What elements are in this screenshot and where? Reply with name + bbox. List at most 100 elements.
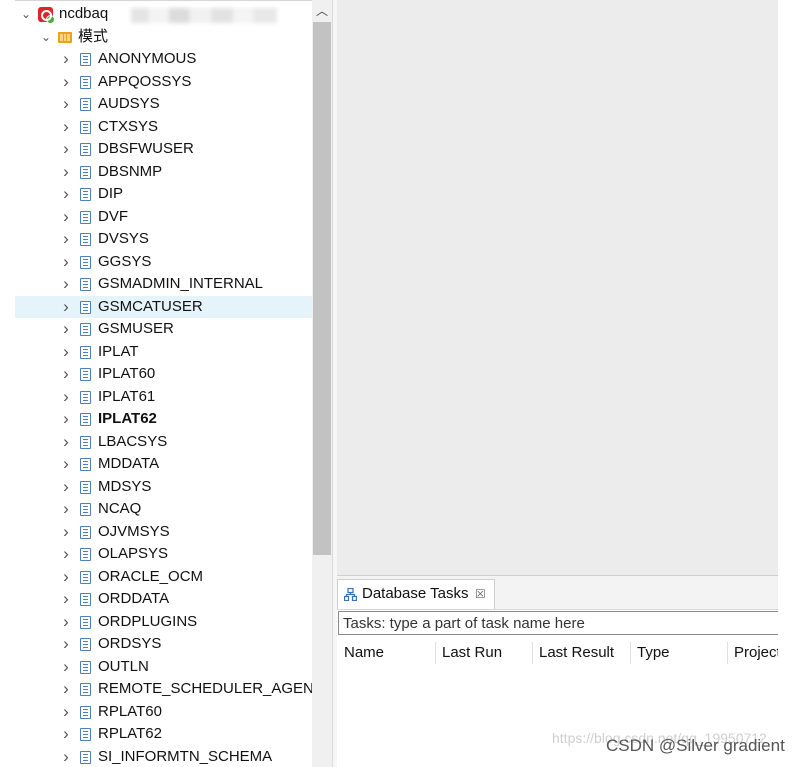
schema-icon bbox=[80, 638, 91, 651]
tree-node-schema[interactable]: › ORDSYS bbox=[15, 633, 312, 656]
tree-node-schema[interactable]: › DBSFWUSER bbox=[15, 138, 312, 161]
tree-node-schema[interactable]: › OLAPSYS bbox=[15, 543, 312, 566]
column-header-last-run[interactable]: Last Run bbox=[435, 638, 532, 668]
tree-node-schema[interactable]: › ORACLE_OCM bbox=[15, 566, 312, 589]
column-header-last-result[interactable]: Last Result bbox=[532, 638, 630, 668]
tree-node-schema[interactable]: › GSMADMIN_INTERNAL bbox=[15, 273, 312, 296]
chevron-right-icon[interactable]: › bbox=[59, 116, 73, 139]
chevron-right-icon[interactable]: › bbox=[59, 386, 73, 409]
tab-database-tasks[interactable]: Database Tasks ☒ bbox=[337, 579, 495, 609]
tree-node-schema[interactable]: › AUDSYS bbox=[15, 93, 312, 116]
chevron-right-icon[interactable]: › bbox=[59, 656, 73, 679]
database-connection-icon bbox=[38, 7, 55, 24]
tree-node-schema[interactable]: › RPLAT60 bbox=[15, 701, 312, 724]
tree-node-schema[interactable]: › OUTLN bbox=[15, 656, 312, 679]
tree-node-schema[interactable]: › RPLAT62 bbox=[15, 723, 312, 746]
chevron-right-icon[interactable]: › bbox=[59, 183, 73, 206]
tree-node-schema[interactable]: › IPLAT bbox=[15, 341, 312, 364]
tree-node-schema[interactable]: › CTXSYS bbox=[15, 116, 312, 139]
chevron-down-icon[interactable]: ⌄ bbox=[19, 3, 33, 26]
schema-icon bbox=[80, 435, 91, 449]
scroll-up-arrow-icon[interactable]: ︿ bbox=[312, 0, 332, 22]
chevron-right-icon[interactable]: › bbox=[59, 498, 73, 521]
chevron-right-icon[interactable]: › bbox=[59, 476, 73, 499]
schema-icon bbox=[80, 345, 91, 359]
chevron-right-icon[interactable]: › bbox=[59, 138, 73, 161]
chevron-right-icon[interactable]: › bbox=[59, 543, 73, 566]
schema-icon bbox=[80, 165, 91, 179]
schema-label: DBSNMP bbox=[98, 162, 163, 180]
scrollbar-thumb[interactable] bbox=[313, 22, 331, 555]
chevron-right-icon[interactable]: › bbox=[59, 588, 73, 611]
tree-node-connection[interactable]: ⌄ ncdbaq bbox=[15, 3, 312, 26]
schema-label: DBSFWUSER bbox=[98, 140, 194, 157]
column-header-type[interactable]: Type bbox=[630, 638, 727, 668]
tree-vertical-scrollbar[interactable]: ︿ bbox=[312, 0, 332, 767]
schema-label: CTXSYS bbox=[98, 117, 159, 135]
tree-node-schema[interactable]: › OJVMSYS bbox=[15, 521, 312, 544]
schema-icon bbox=[80, 255, 91, 269]
column-header-name[interactable]: Name bbox=[337, 638, 435, 668]
tree-node-schema[interactable]: › LBACSYS bbox=[15, 431, 312, 454]
tree-node-schema[interactable]: › DBSNMP bbox=[15, 161, 312, 184]
tree-node-schema[interactable]: › NCAQ bbox=[15, 498, 312, 521]
connection-label: ncdbaq bbox=[59, 5, 109, 22]
tree-node-schema[interactable]: › APPQOSSYS bbox=[15, 71, 312, 94]
tree-node-schema[interactable]: › MDDATA bbox=[15, 453, 312, 476]
tree-node-schema[interactable]: › IPLAT60 bbox=[15, 363, 312, 386]
chevron-right-icon[interactable]: › bbox=[59, 161, 73, 184]
chevron-right-icon[interactable]: › bbox=[59, 341, 73, 364]
tree-node-schema[interactable]: › GSMCATUSER bbox=[15, 295, 312, 319]
chevron-right-icon[interactable]: › bbox=[59, 93, 73, 116]
tree-node-schema[interactable]: › MDSYS bbox=[15, 476, 312, 499]
tree-node-schema[interactable]: › REMOTE_SCHEDULER_AGENT bbox=[15, 678, 312, 701]
schema-label: SI_INFORMTN_SCHEMA bbox=[98, 747, 273, 765]
schema-label: ANONYMOUS bbox=[98, 50, 197, 67]
chevron-right-icon[interactable]: › bbox=[59, 273, 73, 296]
chevron-right-icon[interactable]: › bbox=[59, 723, 73, 746]
window-right-margin bbox=[778, 0, 811, 767]
tree-node-schema[interactable]: › GSMUSER bbox=[15, 318, 312, 341]
tree-node-schema[interactable]: › DVSYS bbox=[15, 228, 312, 251]
task-filter-input[interactable] bbox=[338, 611, 778, 635]
tree-node-schema[interactable]: › IPLAT62 bbox=[15, 408, 312, 431]
chevron-down-icon[interactable]: ⌄ bbox=[39, 26, 53, 49]
tree-node-schema[interactable]: › GGSYS bbox=[15, 251, 312, 274]
chevron-right-icon[interactable]: › bbox=[59, 746, 73, 767]
chevron-right-icon[interactable]: › bbox=[59, 363, 73, 386]
chevron-right-icon[interactable]: › bbox=[59, 566, 73, 589]
chevron-right-icon[interactable]: › bbox=[59, 431, 73, 454]
tree-node-schema[interactable]: › SI_INFORMTN_SCHEMA bbox=[15, 746, 312, 767]
close-icon[interactable]: ☒ bbox=[475, 580, 486, 608]
tree-node-schema[interactable]: › DVF bbox=[15, 206, 312, 229]
chevron-right-icon[interactable]: › bbox=[59, 408, 73, 431]
chevron-right-icon[interactable]: › bbox=[59, 453, 73, 476]
chevron-right-icon[interactable]: › bbox=[59, 633, 73, 656]
schema-icon bbox=[80, 615, 91, 629]
chevron-right-icon[interactable]: › bbox=[59, 678, 73, 701]
chevron-right-icon[interactable]: › bbox=[59, 318, 73, 341]
tree-node-schema-folder[interactable]: ⌄ 模式 bbox=[15, 26, 312, 49]
chevron-right-icon[interactable]: › bbox=[59, 521, 73, 544]
tree-node-schema[interactable]: › ORDDATA bbox=[15, 588, 312, 611]
tree-node-schema[interactable]: › IPLAT61 bbox=[15, 386, 312, 409]
chevron-right-icon[interactable]: › bbox=[59, 611, 73, 634]
schema-icon bbox=[80, 660, 91, 674]
tree-node-schema[interactable]: › ANONYMOUS bbox=[15, 48, 312, 71]
chevron-right-icon[interactable]: › bbox=[59, 251, 73, 274]
chevron-right-icon[interactable]: › bbox=[59, 228, 73, 251]
schema-label: MDSYS bbox=[98, 477, 152, 495]
chevron-right-icon[interactable]: › bbox=[59, 206, 73, 229]
schema-label: APPQOSSYS bbox=[98, 72, 192, 90]
schema-label: GSMADMIN_INTERNAL bbox=[98, 275, 264, 292]
chevron-right-icon[interactable]: › bbox=[59, 48, 73, 71]
chevron-right-icon[interactable]: › bbox=[59, 296, 73, 319]
chevron-right-icon[interactable]: › bbox=[59, 71, 73, 94]
tree-node-schema[interactable]: › DIP bbox=[15, 183, 312, 206]
schema-icon bbox=[80, 368, 91, 381]
schema-icon bbox=[80, 503, 91, 516]
chevron-right-icon[interactable]: › bbox=[59, 701, 73, 724]
tree-node-schema[interactable]: › ORDPLUGINS bbox=[15, 611, 312, 634]
schema-label: LBACSYS bbox=[98, 432, 168, 450]
schema-label: IPLAT62 bbox=[98, 410, 157, 427]
